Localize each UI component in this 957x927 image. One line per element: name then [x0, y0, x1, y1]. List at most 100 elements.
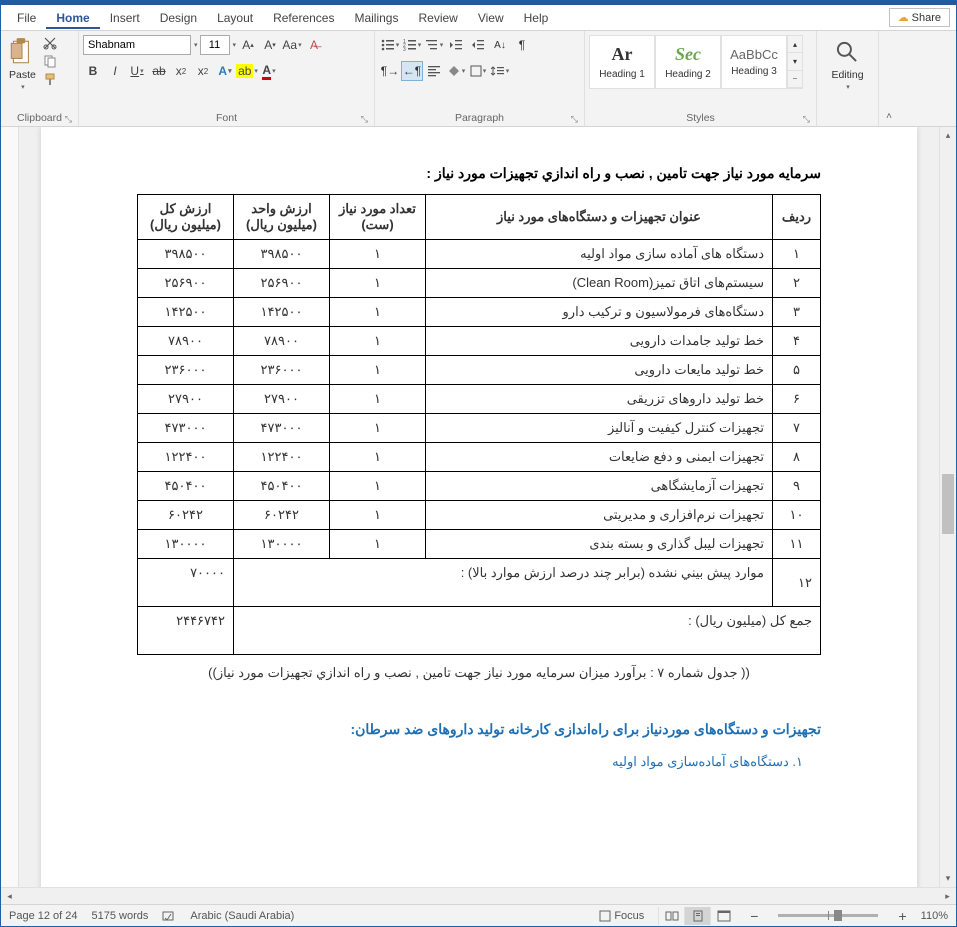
- text-effects-button[interactable]: A▾: [215, 61, 235, 81]
- equipment-table: رديف عنوان تجهیزات و دستگاه‌های مورد نیا…: [137, 194, 821, 655]
- spellcheck-icon[interactable]: [162, 909, 176, 923]
- menu-mailings[interactable]: Mailings: [344, 7, 408, 29]
- chevron-down-icon[interactable]: ▾: [194, 41, 198, 49]
- font-size-combo[interactable]: [200, 35, 230, 55]
- italic-button[interactable]: I: [105, 61, 125, 81]
- scroll-up-button[interactable]: ▴: [940, 127, 956, 144]
- horizontal-scrollbar[interactable]: ◂ ▸: [1, 887, 956, 904]
- ltr-button[interactable]: ¶→: [379, 61, 401, 81]
- underline-button[interactable]: U▾: [127, 61, 147, 81]
- dialog-launcher-icon[interactable]: ⤡: [65, 114, 72, 125]
- menu-review[interactable]: Review: [408, 7, 467, 29]
- vertical-scrollbar[interactable]: ▴ ▾: [939, 127, 956, 887]
- font-color-button[interactable]: A▾: [259, 61, 279, 81]
- rtl-button[interactable]: ←¶: [401, 61, 423, 81]
- zoom-level[interactable]: 110%: [921, 910, 948, 922]
- bullets-button[interactable]: ▾: [379, 35, 401, 55]
- zoom-out-button[interactable]: −: [750, 908, 758, 924]
- th-total: ارزش كل (ميليون ريال): [138, 195, 234, 240]
- gallery-down-button[interactable]: ▾: [788, 53, 802, 70]
- dialog-launcher-icon[interactable]: ⤡: [361, 114, 368, 125]
- decrease-indent-button[interactable]: [445, 35, 467, 55]
- table-row: ۱دستگاه های آماده سازی مواد اولیه۱۳۹۸۵۰۰…: [138, 240, 821, 269]
- sort-button[interactable]: A↓: [489, 35, 511, 55]
- menu-design[interactable]: Design: [150, 7, 207, 29]
- style-heading2[interactable]: SecHeading 2: [655, 35, 721, 89]
- share-label: Share: [912, 12, 941, 24]
- section-title: تجهیزات و دستگاه‌های موردنیاز برای راه‌ا…: [137, 721, 821, 738]
- word-app-window: File Home Insert Design Layout Reference…: [0, 0, 957, 927]
- share-button[interactable]: ☁ Share: [889, 8, 950, 27]
- style-gallery: ArHeading 1 SecHeading 2 AaBbCcHeading 3…: [589, 35, 803, 89]
- scroll-track[interactable]: [940, 144, 956, 870]
- grow-font-button[interactable]: A▴: [238, 35, 258, 55]
- show-marks-button[interactable]: ¶: [511, 35, 533, 55]
- subscript-button[interactable]: x2: [171, 61, 191, 81]
- menu-view[interactable]: View: [468, 7, 514, 29]
- clipboard-group-label: Clipboard⤡: [5, 110, 74, 126]
- shrink-font-button[interactable]: A▾: [260, 35, 280, 55]
- dialog-launcher-icon[interactable]: ⤡: [803, 114, 810, 125]
- language-indicator[interactable]: Arabic (Saudi Arabia): [190, 910, 294, 922]
- style-heading1[interactable]: ArHeading 1: [589, 35, 655, 89]
- ribbon: Paste ▾ Clipboard⤡ ▾ ▾ A▴: [1, 31, 956, 127]
- format-painter-button[interactable]: [42, 71, 58, 87]
- superscript-button[interactable]: x2: [193, 61, 213, 81]
- paragraph-group-label: Paragraph⤡: [379, 110, 580, 126]
- menu-layout[interactable]: Layout: [207, 7, 263, 29]
- copy-button[interactable]: [42, 53, 58, 69]
- highlight-button[interactable]: ab▾: [237, 61, 257, 81]
- table-row: ۷تجهیزات کنترل کیفیت و آنالیز۱۴۷۳۰۰۰۴۷۳۰…: [138, 414, 821, 443]
- doc-heading: سرمايه مورد نياز جهت تامين , نصب و راه ا…: [137, 165, 821, 182]
- table-row-unforeseen: ۱۲موارد پيش بيني نشده (برابر چند درصد ار…: [138, 559, 821, 607]
- hscroll-track[interactable]: [18, 888, 939, 904]
- line-spacing-button[interactable]: ▾: [489, 61, 511, 81]
- numbering-button[interactable]: 123▾: [401, 35, 423, 55]
- scroll-left-button[interactable]: ◂: [1, 888, 18, 904]
- gallery-up-button[interactable]: ▴: [788, 36, 802, 53]
- multilevel-button[interactable]: ▾: [423, 35, 445, 55]
- bold-button[interactable]: B: [83, 61, 103, 81]
- menu-references[interactable]: References: [263, 7, 344, 29]
- zoom-slider[interactable]: [778, 914, 878, 917]
- menu-home[interactable]: Home: [46, 7, 99, 29]
- shading-button[interactable]: ▾: [445, 61, 467, 81]
- change-case-button[interactable]: Aa▾: [282, 35, 302, 55]
- cut-button[interactable]: [42, 35, 58, 51]
- print-layout-button[interactable]: [684, 907, 710, 925]
- dialog-launcher-icon[interactable]: ⤡: [571, 114, 578, 125]
- editing-button[interactable]: Editing ▾: [827, 35, 867, 93]
- scroll-thumb[interactable]: [942, 474, 954, 534]
- align-left-button[interactable]: [423, 61, 445, 81]
- menu-insert[interactable]: Insert: [100, 7, 150, 29]
- increase-indent-button[interactable]: [467, 35, 489, 55]
- scroll-right-button[interactable]: ▸: [939, 888, 956, 904]
- document-page[interactable]: سرمايه مورد نياز جهت تامين , نصب و راه ا…: [41, 127, 917, 887]
- clear-format-button[interactable]: A̶: [304, 35, 324, 55]
- paste-button[interactable]: Paste ▾: [5, 35, 40, 93]
- zoom-thumb[interactable]: [834, 910, 842, 921]
- borders-button[interactable]: ▾: [467, 61, 489, 81]
- focus-mode[interactable]: Focus: [599, 910, 644, 922]
- read-mode-button[interactable]: [658, 907, 684, 925]
- collapse-ribbon-button[interactable]: ˄: [879, 31, 899, 126]
- status-bar: Page 12 of 24 5175 words Arabic (Saudi A…: [1, 904, 956, 926]
- menu-help[interactable]: Help: [514, 7, 559, 29]
- zoom-in-button[interactable]: +: [898, 908, 906, 924]
- vertical-ruler[interactable]: [1, 127, 19, 887]
- scroll-down-button[interactable]: ▾: [940, 870, 956, 887]
- table-header-row: رديف عنوان تجهیزات و دستگاه‌های مورد نیا…: [138, 195, 821, 240]
- chevron-down-icon[interactable]: ▾: [233, 41, 237, 49]
- word-count[interactable]: 5175 words: [92, 910, 149, 922]
- style-heading3[interactable]: AaBbCcHeading 3: [721, 35, 787, 89]
- document-scroll[interactable]: سرمايه مورد نياز جهت تامين , نصب و راه ا…: [19, 127, 939, 887]
- web-layout-button[interactable]: [710, 907, 736, 925]
- gallery-more-button[interactable]: ⎯: [788, 71, 802, 88]
- table-row: ۴خط تولید جامدات دارویی۱۷۸۹۰۰۷۸۹۰۰: [138, 327, 821, 356]
- table-row: ۱۱تجهیزات لیبل گذاری و بسته بندی۱۱۳۰۰۰۰۱…: [138, 530, 821, 559]
- menu-file[interactable]: File: [7, 7, 46, 29]
- font-name-combo[interactable]: [83, 35, 191, 55]
- editing-group: Editing ▾: [817, 31, 879, 126]
- strike-button[interactable]: ab: [149, 61, 169, 81]
- page-indicator[interactable]: Page 12 of 24: [9, 910, 78, 922]
